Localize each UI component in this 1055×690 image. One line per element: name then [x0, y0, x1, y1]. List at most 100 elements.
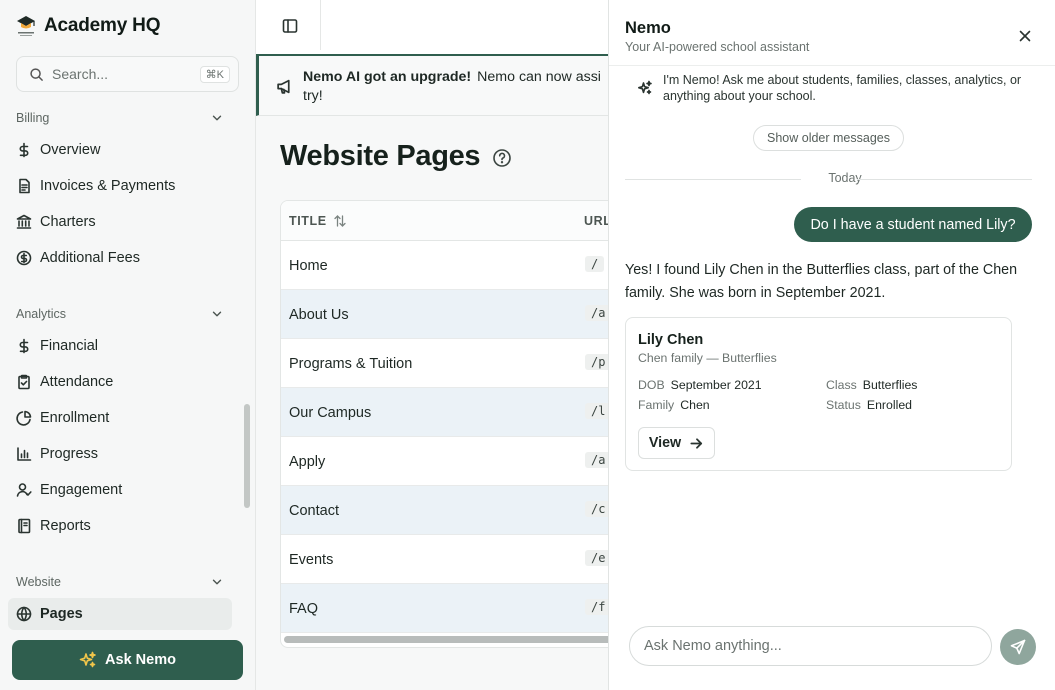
sort-icon: [334, 215, 346, 227]
sidebar-item-pages[interactable]: Pages: [8, 598, 232, 630]
field-label: Status: [826, 398, 861, 412]
table-row[interactable]: Apply/a: [281, 437, 608, 486]
intro-text: I'm Nemo! Ask me about students, familie…: [663, 73, 1022, 103]
sidebar-toggle-icon: [282, 19, 298, 33]
brand[interactable]: Academy HQ: [16, 12, 160, 40]
chevron-down-icon: [212, 579, 222, 585]
sidebar-toggle-button[interactable]: [272, 12, 308, 40]
field-value: Butterflies: [862, 378, 918, 392]
nemo-chat-panel: Nemo Your AI-powered school assistant I'…: [608, 0, 1055, 690]
bar-chart-icon: [17, 447, 32, 461]
intro-message: I'm Nemo! Ask me about students, familie…: [637, 72, 1037, 104]
globe-icon: [16, 606, 32, 622]
sidebar-item-label: Reports: [40, 518, 91, 534]
url-cell: /e: [585, 550, 608, 566]
field-label: DOB: [638, 378, 665, 392]
sidebar-nav[interactable]: Billing Overview Invoices & Payments Cha…: [0, 104, 240, 632]
sidebar-item-label: Enrollment: [40, 410, 110, 426]
academy-logo-icon: [16, 14, 36, 38]
chat-input[interactable]: Ask Nemo anything...: [629, 626, 992, 666]
view-student-button[interactable]: View: [638, 427, 715, 459]
top-bar: [256, 0, 608, 54]
url-cell: /: [585, 256, 605, 272]
page-title-cell: Contact: [289, 502, 339, 519]
banner-body: Nemo can now assi: [477, 69, 601, 85]
user-message-bubble: Do I have a student named Lily?: [794, 207, 1032, 242]
sidebar-item-label: Pages: [40, 606, 83, 622]
column-header-url[interactable]: URL: [584, 201, 608, 241]
url-cell: /l: [585, 403, 608, 419]
document-icon: [19, 178, 30, 194]
table-row[interactable]: Contact/c: [281, 486, 608, 535]
page-title-cell: Home: [289, 257, 328, 274]
section-title: Billing: [16, 111, 50, 125]
field-value: September 2021: [670, 378, 762, 392]
table-row[interactable]: Home /: [281, 241, 608, 290]
divider-line: [857, 179, 1032, 180]
search-placeholder: Search...: [52, 66, 109, 82]
view-label: View: [648, 435, 682, 451]
table-row[interactable]: Our Campus/l: [281, 388, 608, 437]
column-header-title[interactable]: TITLE: [289, 201, 347, 241]
sidebar-item-reports[interactable]: Reports: [8, 510, 232, 542]
sidebar-item-invoices[interactable]: Invoices & Payments: [8, 170, 232, 202]
sidebar: Academy HQ Search... ⌘K Billing Overview…: [0, 0, 256, 690]
divider: [609, 65, 1055, 66]
url-cell: /a: [585, 452, 608, 468]
pages-table: TITLE URL Home / About Us/a Programs & Tu…: [280, 200, 608, 648]
sidebar-item-additional-fees[interactable]: Additional Fees: [8, 242, 232, 274]
notebook-icon: [18, 518, 31, 534]
chat-title: Nemo: [625, 19, 671, 37]
sidebar-item-financial[interactable]: Financial: [8, 330, 232, 362]
table-row[interactable]: Programs & Tuition/p: [281, 339, 608, 388]
send-button[interactable]: [1000, 629, 1036, 665]
search-input[interactable]: Search... ⌘K: [16, 56, 239, 92]
sparkles-icon: [79, 651, 96, 668]
help-button[interactable]: [492, 148, 512, 168]
table-horizontal-scrollbar[interactable]: [284, 636, 608, 643]
sidebar-item-progress[interactable]: Progress: [8, 438, 232, 470]
field-dob: DOB September 2021: [638, 378, 762, 392]
url-cell: /f: [585, 599, 608, 615]
show-older-messages-button[interactable]: Show older messages: [753, 125, 904, 151]
brand-name: Academy HQ: [44, 15, 161, 36]
close-chat-button[interactable]: [1017, 28, 1033, 44]
field-label: Family: [638, 398, 675, 412]
sparkles-icon: [638, 80, 652, 95]
sidebar-item-attendance[interactable]: Attendance: [8, 366, 232, 398]
dollar-circle-icon: [16, 250, 32, 266]
sidebar-item-engagement[interactable]: Engagement: [8, 474, 232, 506]
table-row[interactable]: About Us/a: [281, 290, 608, 339]
table-row[interactable]: FAQ/f: [281, 584, 608, 633]
sidebar-item-label: Attendance: [40, 374, 114, 390]
sidebar-item-overview[interactable]: Overview: [8, 134, 232, 166]
field-family: Family Chen: [638, 398, 710, 412]
sidebar-item-label: Overview: [40, 142, 101, 158]
assistant-message: Yes! I found Lily Chen in the Butterflie…: [625, 262, 1018, 301]
banner-title: Nemo AI got an upgrade!: [303, 69, 472, 85]
section-analytics[interactable]: Analytics: [16, 304, 224, 324]
section-website[interactable]: Website: [16, 572, 224, 592]
pie-chart-icon: [16, 410, 32, 426]
sidebar-scrollbar[interactable]: [244, 404, 250, 508]
page-title-cell: Apply: [289, 453, 326, 470]
section-billing[interactable]: Billing: [16, 108, 224, 128]
banner-body-cont: try!: [303, 88, 323, 104]
sidebar-item-enrollment[interactable]: Enrollment: [8, 402, 232, 434]
megaphone-icon: [277, 79, 290, 94]
bank-icon: [16, 214, 32, 229]
divider-line: [625, 179, 801, 180]
main-content: Nemo AI got an upgrade! Nemo can now assi…: [256, 0, 608, 690]
table-row[interactable]: Events/e: [281, 535, 608, 584]
field-status: Status Enrolled: [826, 398, 912, 412]
help-circle-icon: [493, 149, 511, 167]
sidebar-item-label: Charters: [40, 214, 96, 230]
field-label: Class: [826, 378, 857, 392]
page-title-cell: Events: [289, 551, 334, 568]
sidebar-item-charters[interactable]: Charters: [8, 206, 232, 238]
dollar-icon: [19, 142, 29, 158]
page-title-cell: Our Campus: [289, 404, 372, 421]
ask-nemo-button[interactable]: Ask Nemo: [12, 640, 243, 680]
sidebar-item-label: Engagement: [40, 482, 123, 498]
chat-subtitle: Your AI-powered school assistant: [625, 40, 810, 54]
